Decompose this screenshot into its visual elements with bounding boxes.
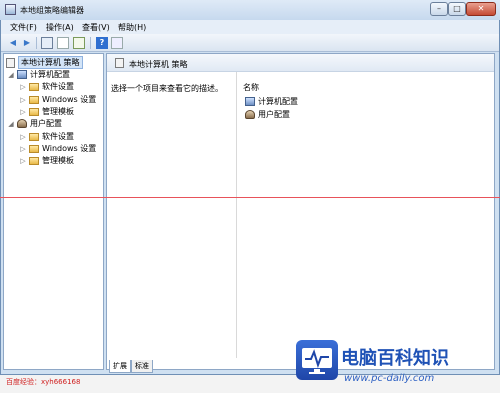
help-icon[interactable]: ? — [96, 37, 108, 49]
toolbar-separator — [36, 37, 37, 49]
folder-icon — [29, 107, 39, 116]
back-icon[interactable]: ◀ — [7, 37, 19, 49]
view-icon[interactable] — [111, 37, 123, 49]
minimize-button[interactable]: – — [430, 2, 448, 16]
menu-bar: 文件(F) 操作(A) 查看(V) 帮助(H) — [1, 20, 499, 34]
computer-icon — [245, 97, 255, 106]
app-icon — [5, 4, 16, 15]
tree-item-label: 软件设置 — [42, 132, 74, 141]
maximize-button[interactable]: □ — [448, 2, 466, 16]
folder-icon — [29, 82, 39, 91]
menu-help[interactable]: 帮助(H) — [118, 22, 146, 33]
tab-extended[interactable]: 扩展 — [109, 360, 131, 373]
user-icon — [17, 119, 27, 128]
tree-item-computer-config[interactable]: ◢ 计算机配置 — [8, 69, 70, 80]
folder-icon — [29, 132, 39, 141]
user-icon — [245, 110, 255, 119]
menu-file[interactable]: 文件(F) — [10, 22, 37, 33]
tree-root-label: 本地计算机 策略 — [18, 56, 83, 69]
tree-item-label: 计算机配置 — [30, 70, 70, 79]
collapse-arrow-icon[interactable]: ◢ — [8, 71, 14, 79]
menu-view[interactable]: 查看(V) — [82, 22, 110, 33]
brand-name: 电脑百科知识 — [341, 348, 449, 369]
monitor-icon — [302, 348, 332, 374]
tree-item-label: 管理模板 — [42, 156, 74, 165]
expand-arrow-icon[interactable]: ▷ — [20, 96, 26, 104]
policy-icon — [6, 57, 15, 68]
tree-item-admin-templates[interactable]: ▷ 管理模板 — [20, 155, 74, 166]
list-item-label: 用户配置 — [258, 110, 290, 119]
folder-icon — [29, 156, 39, 165]
folder-icon — [29, 144, 39, 153]
expand-arrow-icon[interactable]: ▷ — [20, 83, 26, 91]
tree-item-software-settings[interactable]: ▷ 软件设置 — [20, 81, 74, 92]
description-text: 选择一个项目来查看它的描述。 — [111, 84, 223, 93]
forward-icon[interactable]: ▶ — [21, 37, 33, 49]
item-list: 名称 计算机配置 用户配置 — [236, 72, 494, 358]
divider-line — [0, 197, 500, 198]
details-header: 本地计算机 策略 — [107, 54, 494, 72]
toolbar: ◀ ▶ ? — [1, 34, 499, 52]
policy-icon — [115, 58, 124, 68]
collapse-arrow-icon[interactable]: ◢ — [8, 120, 14, 128]
tab-standard[interactable]: 标准 — [131, 360, 153, 373]
title-bar: 本地组策略编辑器 – □ ✕ — [0, 0, 500, 20]
tree-item-windows-settings[interactable]: ▷ Windows 设置 — [20, 143, 96, 154]
tree-item-windows-settings[interactable]: ▷ Windows 设置 — [20, 94, 96, 105]
menu-action[interactable]: 操作(A) — [46, 22, 74, 33]
tree-item-user-config[interactable]: ◢ 用户配置 — [8, 118, 62, 129]
properties-icon[interactable] — [57, 37, 69, 49]
close-button[interactable]: ✕ — [466, 2, 496, 16]
expand-arrow-icon[interactable]: ▷ — [20, 108, 26, 116]
details-pane: 本地计算机 策略 选择一个项目来查看它的描述。 名称 计算机配置 用户配置 扩展… — [106, 53, 495, 373]
tree-root[interactable]: 本地计算机 策略 — [6, 56, 83, 69]
computer-icon — [17, 70, 27, 79]
toolbar-separator — [90, 37, 91, 49]
brand-logo — [296, 340, 338, 380]
show-tree-icon[interactable] — [41, 37, 53, 49]
tree-item-label: Windows 设置 — [42, 144, 97, 153]
export-icon[interactable] — [73, 37, 85, 49]
status-text: 百度经验：xyh666168 — [6, 378, 81, 386]
tree-item-label: 软件设置 — [42, 82, 74, 91]
tree-item-software-settings[interactable]: ▷ 软件设置 — [20, 131, 74, 142]
list-item-computer-config[interactable]: 计算机配置 — [245, 96, 298, 107]
details-title: 本地计算机 策略 — [129, 60, 188, 69]
column-header-name[interactable]: 名称 — [243, 82, 259, 93]
expand-arrow-icon[interactable]: ▷ — [20, 145, 26, 153]
list-item-user-config[interactable]: 用户配置 — [245, 109, 290, 120]
folder-icon — [29, 95, 39, 104]
brand-url: www.pc-daily.com — [344, 373, 435, 384]
console-tree: 本地计算机 策略 ◢ 计算机配置 ▷ 软件设置 ▷ Windows 设置 ▷ 管… — [3, 53, 104, 370]
expand-arrow-icon[interactable]: ▷ — [20, 133, 26, 141]
tree-item-admin-templates[interactable]: ▷ 管理模板 — [20, 106, 74, 117]
expand-arrow-icon[interactable]: ▷ — [20, 157, 26, 165]
list-item-label: 计算机配置 — [258, 97, 298, 106]
tree-item-label: 管理模板 — [42, 107, 74, 116]
tree-item-label: Windows 设置 — [42, 95, 97, 104]
window-title: 本地组策略编辑器 — [20, 6, 84, 15]
tree-item-label: 用户配置 — [30, 119, 62, 128]
